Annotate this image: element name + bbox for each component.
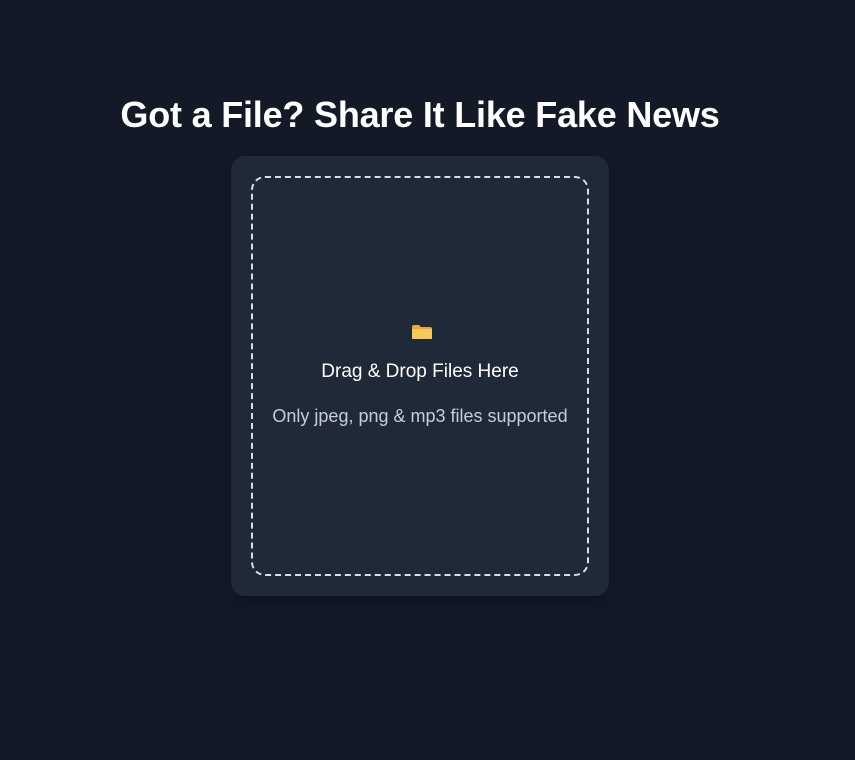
page-title: Got a File? Share It Like Fake News bbox=[120, 94, 720, 135]
upload-card: Drag & Drop Files Here Only jpeg, png & … bbox=[231, 156, 609, 596]
folder-icon bbox=[411, 324, 433, 340]
dropzone-title: Drag & Drop Files Here bbox=[321, 361, 519, 382]
dropzone-subtitle: Only jpeg, png & mp3 files supported bbox=[272, 406, 568, 426]
file-dropzone[interactable]: Drag & Drop Files Here Only jpeg, png & … bbox=[251, 176, 589, 576]
page: Got a File? Share It Like Fake News Drag… bbox=[0, 0, 855, 760]
